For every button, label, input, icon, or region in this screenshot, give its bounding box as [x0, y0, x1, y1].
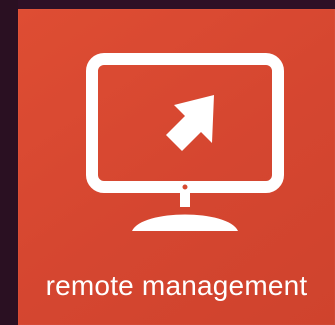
tile-label: remote management — [45, 270, 308, 301]
background-edge — [0, 0, 18, 325]
remote-desktop-icon — [86, 53, 286, 243]
remote-management-tile[interactable]: remote management — [18, 9, 335, 325]
launcher-background: remote management — [0, 0, 335, 325]
